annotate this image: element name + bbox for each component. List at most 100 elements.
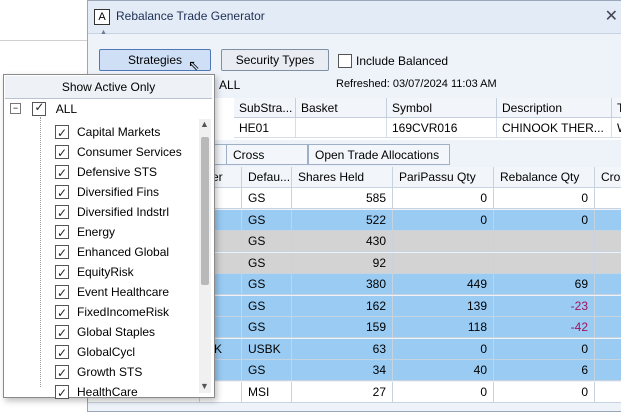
strategy-item[interactable]: Consumer Services bbox=[55, 141, 182, 163]
strategy-checkbox[interactable] bbox=[55, 383, 69, 403]
cell-cross[interactable] bbox=[595, 253, 621, 274]
cell-rebalance[interactable]: 0 bbox=[494, 381, 595, 403]
collapse-tree-icon[interactable]: − bbox=[10, 103, 21, 115]
strategy-item[interactable]: FixedIncomeRisk bbox=[55, 301, 169, 323]
tree-root-all[interactable]: − ALL bbox=[10, 100, 77, 116]
strategy-checkbox[interactable] bbox=[55, 203, 69, 223]
strategy-item[interactable]: Global Staples bbox=[55, 321, 155, 343]
strategy-item[interactable]: GlobalCycl bbox=[55, 341, 135, 363]
security-types-button[interactable]: Security Types bbox=[221, 49, 329, 71]
cell-paripassu[interactable] bbox=[393, 231, 494, 252]
scroll-up-icon[interactable]: ▲ bbox=[200, 119, 209, 129]
cell-paripassu[interactable] bbox=[393, 252, 494, 274]
cell-cross[interactable] bbox=[595, 317, 621, 338]
cell-rebalance[interactable]: -23 bbox=[494, 295, 595, 317]
strategy-item[interactable]: HealthCare bbox=[55, 381, 138, 403]
cell-cross[interactable] bbox=[595, 188, 621, 209]
cell-substrategy[interactable]: HE01 bbox=[234, 118, 296, 138]
col-cross[interactable]: Cross bbox=[595, 167, 621, 188]
tab-open-trade-allocations[interactable]: Open Trade Allocations bbox=[308, 144, 450, 165]
cell-rebalance[interactable]: 0 bbox=[494, 188, 595, 209]
scroll-thumb[interactable] bbox=[201, 137, 209, 285]
col-basket[interactable]: Basket bbox=[296, 98, 387, 118]
strategy-checkbox[interactable] bbox=[55, 123, 69, 143]
cell-paripassu[interactable]: 118 bbox=[393, 317, 494, 338]
strategy-checkbox[interactable] bbox=[55, 163, 69, 183]
cell-default[interactable]: GS bbox=[242, 188, 292, 209]
cell-default[interactable]: GS bbox=[242, 295, 292, 317]
tab-cross-trades[interactable]: Cross Trades bbox=[226, 144, 308, 183]
cell-paripassu[interactable]: 0 bbox=[393, 209, 494, 231]
show-active-only-button[interactable]: Show Active Only bbox=[5, 76, 212, 99]
strategy-checkbox[interactable] bbox=[55, 303, 69, 323]
strategy-checkbox[interactable] bbox=[55, 283, 69, 303]
close-icon[interactable]: ✕ bbox=[605, 6, 618, 26]
strategy-checkbox[interactable] bbox=[55, 183, 69, 203]
cell-cross[interactable] bbox=[595, 231, 621, 252]
strategy-item[interactable]: Energy bbox=[55, 221, 115, 243]
strategy-item[interactable]: Diversified Indstrl bbox=[55, 201, 169, 223]
cell-rebalance[interactable] bbox=[494, 252, 595, 274]
cell-symbol[interactable]: 169CVR016 bbox=[387, 118, 497, 138]
cell-shares[interactable]: 159 bbox=[292, 317, 393, 338]
strategy-checkbox[interactable] bbox=[55, 223, 69, 243]
strategy-item[interactable]: Defensive STS bbox=[55, 161, 157, 183]
strategy-item[interactable]: EquityRisk bbox=[55, 261, 134, 283]
cell-type[interactable]: W bbox=[612, 118, 621, 138]
cell-paripassu[interactable]: 449 bbox=[393, 274, 494, 295]
cell-default[interactable]: GS bbox=[242, 317, 292, 338]
cell-default[interactable]: GS bbox=[242, 252, 292, 274]
cell-rebalance[interactable]: 0 bbox=[494, 338, 595, 360]
popup-scrollbar[interactable]: ▲ ▼ bbox=[199, 119, 211, 393]
cell-default[interactable]: MSI bbox=[242, 381, 292, 403]
cell-paripassu[interactable]: 139 bbox=[393, 295, 494, 317]
cell-rebalance[interactable]: 69 bbox=[494, 274, 595, 295]
col-shares-held[interactable]: Shares Held bbox=[292, 167, 393, 188]
cell-cross[interactable] bbox=[595, 210, 621, 231]
cell-rebalance[interactable]: -42 bbox=[494, 317, 595, 338]
cell-shares[interactable]: 92 bbox=[292, 252, 393, 274]
cell-cross[interactable] bbox=[595, 360, 621, 381]
cell-shares[interactable]: 380 bbox=[292, 274, 393, 295]
cell-cross[interactable] bbox=[595, 382, 621, 403]
col-description[interactable]: Description bbox=[497, 98, 612, 118]
cell-paripassu[interactable]: 0 bbox=[393, 188, 494, 209]
cell-shares[interactable]: 585 bbox=[292, 188, 393, 209]
strategy-item[interactable]: Event Healthcare bbox=[55, 281, 169, 303]
col-default[interactable]: Defau... bbox=[242, 167, 292, 188]
all-checkbox[interactable] bbox=[32, 100, 47, 116]
cell-default[interactable]: GS bbox=[242, 274, 292, 295]
cell-cross[interactable] bbox=[595, 274, 621, 295]
cell-paripassu[interactable]: 0 bbox=[393, 381, 494, 403]
strategy-item[interactable]: Growth STS bbox=[55, 361, 142, 383]
cell-paripassu[interactable]: 40 bbox=[393, 360, 494, 381]
cell-shares[interactable]: 63 bbox=[292, 338, 393, 360]
strategy-item[interactable]: Capital Markets bbox=[55, 121, 160, 143]
cell-rebalance[interactable]: 0 bbox=[494, 209, 595, 231]
cell-shares[interactable]: 34 bbox=[292, 360, 393, 381]
col-symbol[interactable]: Symbol bbox=[387, 98, 497, 118]
cell-shares[interactable]: 522 bbox=[292, 209, 393, 231]
cell-default[interactable]: GS bbox=[242, 360, 292, 381]
cell-rebalance[interactable]: 6 bbox=[494, 360, 595, 381]
strategy-checkbox[interactable] bbox=[55, 343, 69, 363]
cell-basket[interactable] bbox=[296, 118, 387, 138]
cell-cross[interactable] bbox=[595, 296, 621, 317]
cell-cross[interactable] bbox=[595, 339, 621, 360]
strategy-checkbox[interactable] bbox=[55, 363, 69, 383]
cell-default[interactable]: GS bbox=[242, 231, 292, 252]
strategy-checkbox[interactable] bbox=[55, 143, 69, 163]
strategy-checkbox[interactable] bbox=[55, 243, 69, 263]
include-balanced-checkbox[interactable]: Include Balanced bbox=[338, 53, 448, 68]
cell-shares[interactable]: 27 bbox=[292, 381, 393, 403]
cell-shares[interactable]: 430 bbox=[292, 231, 393, 252]
collapse-icon[interactable]: ▲ bbox=[100, 29, 107, 36]
strategy-checkbox[interactable] bbox=[55, 263, 69, 283]
cell-shares[interactable]: 162 bbox=[292, 295, 393, 317]
strategy-item[interactable]: Diversified Fins bbox=[55, 181, 159, 203]
col-type[interactable]: Ty bbox=[612, 98, 621, 118]
cell-description[interactable]: CHINOOK THER... bbox=[497, 118, 612, 138]
col-rebalance-qty[interactable]: Rebalance Qty bbox=[494, 167, 595, 188]
cell-default[interactable]: USBK bbox=[242, 338, 292, 360]
strategy-item[interactable]: Enhanced Global bbox=[55, 241, 169, 263]
